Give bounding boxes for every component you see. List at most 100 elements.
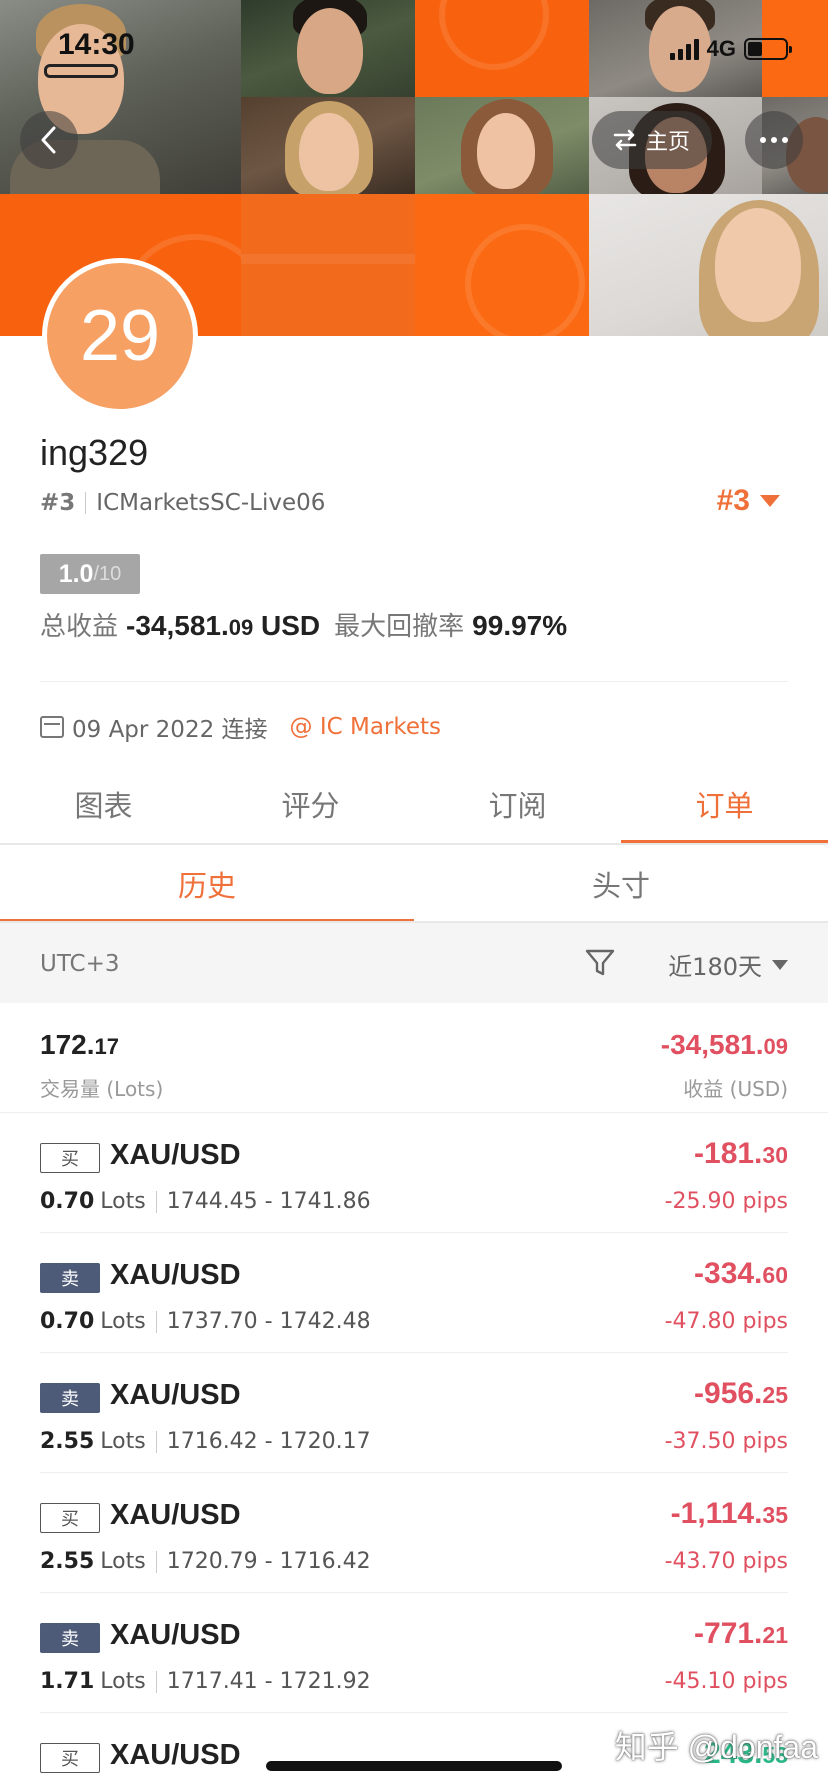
battery-icon: [744, 38, 792, 60]
order-lots: 0.70: [40, 1189, 95, 1214]
tab-chart[interactable]: 图表: [0, 764, 207, 844]
rank-dropdown[interactable]: #3: [717, 484, 780, 518]
stats-line: 总收益 -34,581.09 USD 最大回撤率 99.97%: [40, 606, 567, 643]
order-symbol: XAU/USD: [110, 1739, 241, 1771]
side-badge: 买: [40, 1143, 100, 1173]
order-profit-cents: 35: [762, 1502, 788, 1528]
tab-positions[interactable]: 头寸: [414, 845, 828, 923]
banner-tile-orange-4: [241, 194, 415, 336]
avatar: 29: [42, 258, 198, 414]
order-row[interactable]: 卖 XAU/USD 2.55 Lots 1716.42 - 1720.17 -95…: [0, 1353, 828, 1473]
banner-photo-woman-4: [589, 194, 828, 336]
summary-profit-cents: 09: [763, 1034, 788, 1059]
order-lots: 0.70: [40, 1309, 95, 1334]
separator: [155, 1190, 157, 1213]
order-row[interactable]: 卖 XAU/USD 0.70 Lots 1737.70 - 1742.48 -33…: [0, 1233, 828, 1353]
more-button[interactable]: [745, 111, 803, 169]
tab-orders[interactable]: 订单: [621, 764, 828, 844]
order-pips: -25.90 pips: [664, 1189, 788, 1214]
separator: [155, 1430, 157, 1453]
max-drawdown-label: 最大回撤率: [334, 612, 465, 642]
tab-history[interactable]: 历史: [0, 845, 414, 923]
summary-lots-label: 交易量 (Lots): [40, 1077, 164, 1101]
separator: [155, 1310, 157, 1333]
order-profit-cents: 60: [762, 1262, 788, 1288]
period-dropdown[interactable]: 近180天: [668, 947, 788, 982]
caret-down-icon: [760, 495, 780, 507]
side-badge: 买: [40, 1743, 100, 1773]
order-symbol: XAU/USD: [110, 1499, 241, 1531]
score-max: /10: [93, 562, 122, 585]
total-profit-value: -34,581.09 USD: [126, 610, 320, 642]
summary-lots-cents: 17: [94, 1034, 119, 1059]
more-dots-icon: [760, 137, 788, 143]
chevron-left-icon: [41, 126, 56, 154]
order-profit-main: -181.: [694, 1137, 763, 1170]
tab-rating[interactable]: 评分: [207, 764, 414, 844]
tab-subscribe[interactable]: 订阅: [414, 764, 621, 844]
summary-profit: -34,581.09: [661, 1029, 788, 1061]
order-meta: 2.55 Lots 1720.79 - 1716.42: [40, 1549, 371, 1574]
back-button[interactable]: [20, 111, 78, 169]
order-meta: 0.70 Lots 1737.70 - 1742.48: [40, 1309, 371, 1334]
order-prices: 1717.41 - 1721.92: [166, 1669, 371, 1694]
order-pips: -37.50 pips: [664, 1429, 788, 1454]
order-pips: -45.10 pips: [664, 1669, 788, 1694]
signal-icon: [669, 38, 699, 60]
home-button[interactable]: 主页: [592, 111, 713, 169]
total-profit-main: -34,581.: [126, 610, 229, 641]
order-profit-cents: 21: [762, 1622, 788, 1648]
separator: [155, 1550, 157, 1573]
filter-icon[interactable]: [584, 947, 616, 979]
order-profit: -771.21: [694, 1617, 788, 1651]
home-indicator[interactable]: [266, 1761, 562, 1771]
order-prices: 1737.70 - 1742.48: [166, 1309, 371, 1334]
order-symbol: XAU/USD: [110, 1619, 241, 1651]
broker-link[interactable]: @ IC Markets: [290, 714, 442, 740]
banner-tile-orange-5: [415, 194, 589, 336]
order-row[interactable]: 卖 XAU/USD 1.71 Lots 1717.41 - 1721.92 -77…: [0, 1593, 828, 1713]
order-symbol: XAU/USD: [110, 1139, 241, 1171]
banner-photo-woman-2: [415, 97, 589, 194]
timezone-label: UTC+3: [40, 951, 120, 977]
sub-tabs: 历史 头寸: [0, 845, 828, 923]
total-profit-cents: 09: [228, 615, 254, 640]
order-lots: 2.55: [40, 1429, 95, 1454]
divider: [40, 681, 788, 682]
order-meta: 0.70 Lots 1744.45 - 1741.86: [40, 1189, 371, 1214]
order-profit: -1,114.35: [671, 1497, 788, 1531]
orders-list: 买 XAU/USD 0.70 Lots 1744.45 - 1741.86 -18…: [0, 1113, 828, 1792]
order-row[interactable]: 买 XAU/USD 2.55 Lots 1720.79 - 1716.42 -1,…: [0, 1473, 828, 1593]
order-profit-main: -334.: [694, 1257, 763, 1290]
username: ing329: [40, 432, 149, 473]
period-label: 近180天: [668, 953, 762, 981]
separator: [85, 492, 87, 514]
summary-profit-label: 收益 (USD): [683, 1077, 788, 1101]
order-prices: 1716.42 - 1720.17: [166, 1429, 371, 1454]
network-type: 4G: [706, 36, 736, 61]
order-symbol: XAU/USD: [110, 1379, 241, 1411]
order-lots-unit: Lots: [100, 1189, 146, 1214]
order-row[interactable]: 买 XAU/USD 0.70 Lots 1744.45 - 1741.86 -18…: [0, 1113, 828, 1233]
total-profit-label: 总收益: [40, 612, 119, 642]
order-profit-main: -956.: [694, 1377, 763, 1410]
score-badge: 1.0/10: [40, 554, 140, 594]
order-prices: 1744.45 - 1741.86: [166, 1189, 371, 1214]
order-lots: 2.55: [40, 1549, 95, 1574]
rank-server-line: #3 ICMarketsSC-Live06: [40, 490, 325, 516]
score-value: 1.0: [58, 559, 94, 588]
order-lots-unit: Lots: [100, 1429, 146, 1454]
order-lots: 1.71: [40, 1669, 95, 1694]
order-profit: -334.60: [694, 1257, 788, 1291]
order-profit: -181.30: [694, 1137, 788, 1171]
rank-dropdown-label: #3: [716, 484, 750, 517]
side-badge: 卖: [40, 1263, 100, 1293]
summary-lots-main: 172.: [40, 1029, 95, 1060]
order-meta: 1.71 Lots 1717.41 - 1721.92: [40, 1669, 371, 1694]
side-badge: 卖: [40, 1623, 100, 1653]
filter-bar: UTC+3 近180天: [0, 923, 828, 1003]
server-name: ICMarketsSC-Live06: [96, 490, 326, 516]
total-profit-currency: USD: [261, 610, 321, 641]
home-label: 主页: [646, 130, 691, 155]
order-meta: 2.55 Lots 1716.42 - 1720.17: [40, 1429, 371, 1454]
